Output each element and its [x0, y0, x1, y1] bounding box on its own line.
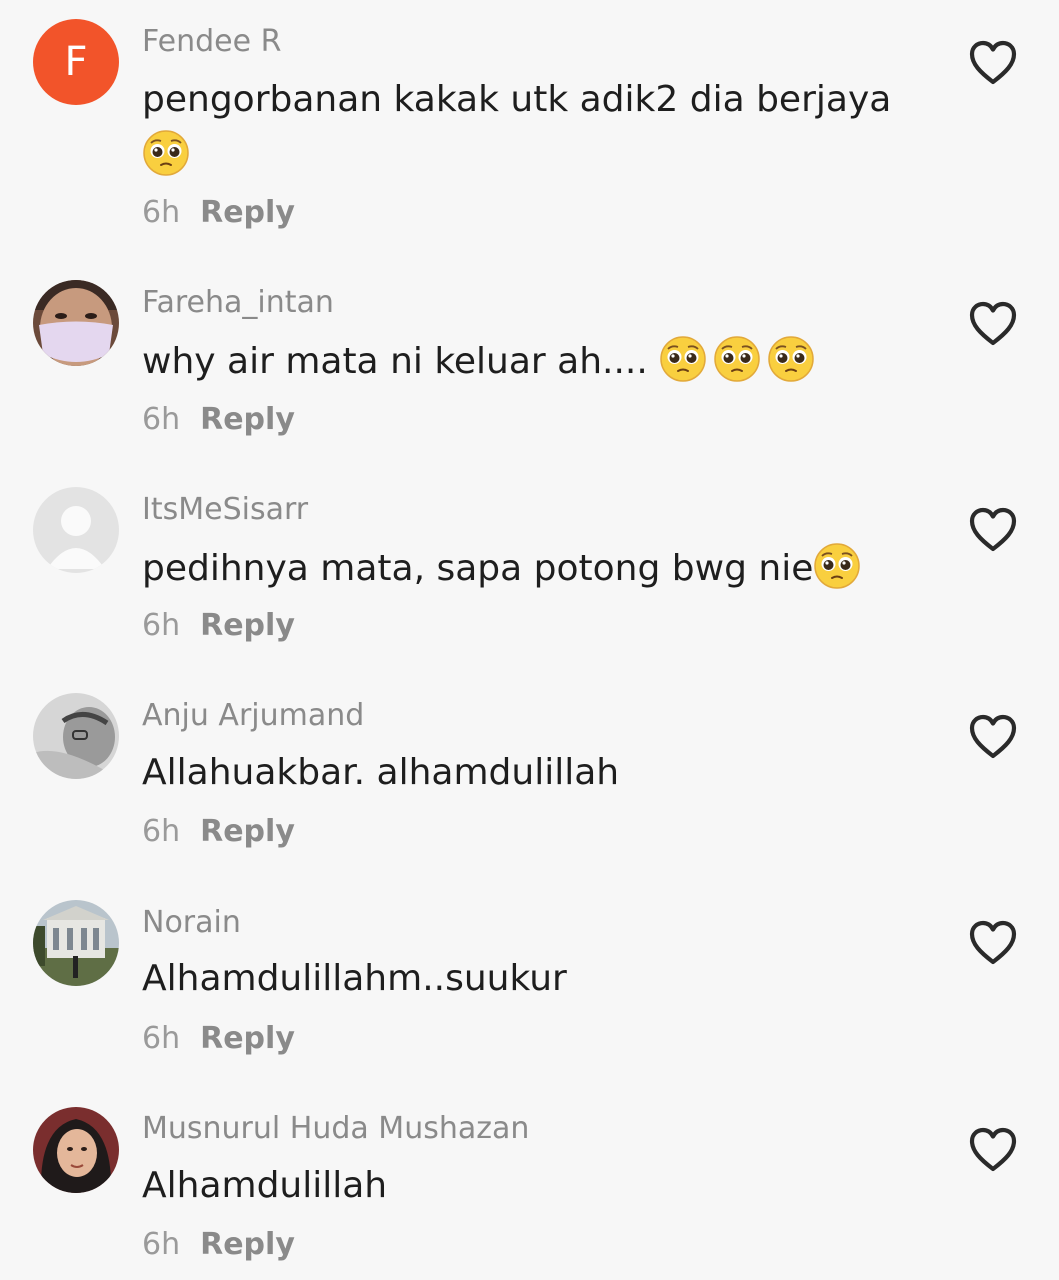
comment-time: 6h: [142, 195, 181, 230]
pleading-face-emoji-icon: [142, 129, 190, 177]
comment-text-body: Alhamdulillah: [142, 1165, 388, 1206]
like-heart-icon[interactable]: [968, 1127, 1018, 1173]
pleading-face-emoji-icon: [813, 542, 861, 590]
avatar[interactable]: [33, 693, 119, 779]
reply-button[interactable]: Reply: [200, 1021, 295, 1056]
comment-text: Alhamdulillah: [142, 1158, 387, 1214]
avatar[interactable]: [33, 280, 119, 366]
comment-meta: 6h Reply: [142, 814, 295, 849]
comment-text: pengorbanan kakak utk adik2 dia berjaya: [142, 72, 891, 128]
comment-time: 6h: [142, 608, 181, 643]
comment-time: 6h: [142, 814, 181, 849]
comment-text: pedihnya mata, sapa potong bwg nie: [142, 541, 861, 597]
reply-button[interactable]: Reply: [200, 195, 295, 230]
comment-text: why air mata ni keluar ah....: [142, 334, 815, 390]
like-heart-icon[interactable]: [968, 40, 1018, 86]
comment-emoji-line: [142, 128, 190, 184]
comment-text-body: Allahuakbar. alhamdulillah: [142, 752, 620, 793]
pleading-face-emoji-icon: [713, 335, 761, 383]
avatar-letter: F: [64, 39, 88, 85]
comment-meta: 6h Reply: [142, 195, 295, 230]
reply-button[interactable]: Reply: [200, 814, 295, 849]
comment-time: 6h: [142, 402, 181, 437]
comment-meta: 6h Reply: [142, 1021, 295, 1056]
comment-text: Alhamdulillahm..suukur: [142, 951, 567, 1007]
reply-button[interactable]: Reply: [200, 608, 295, 643]
comment-text-body: pedihnya mata, sapa potong bwg nie: [142, 548, 814, 589]
comment-text-body: pengorbanan kakak utk adik2 dia berjaya: [142, 79, 892, 120]
comment-time: 6h: [142, 1021, 181, 1056]
comment-username[interactable]: ItsMeSisarr: [142, 492, 308, 527]
comment-text-body: why air mata ni keluar ah....: [142, 341, 660, 382]
like-heart-icon[interactable]: [968, 507, 1018, 553]
comment-username[interactable]: Musnurul Huda Mushazan: [142, 1111, 529, 1146]
comment-list: F Fendee R pengorbanan kakak utk adik2 d…: [0, 0, 1059, 1280]
like-heart-icon[interactable]: [968, 714, 1018, 760]
avatar[interactable]: [33, 900, 119, 986]
comment-meta: 6h Reply: [142, 402, 295, 437]
reply-button[interactable]: Reply: [200, 1227, 295, 1262]
avatar[interactable]: F: [33, 19, 119, 105]
reply-button[interactable]: Reply: [200, 402, 295, 437]
comment-username[interactable]: Norain: [142, 905, 241, 940]
pleading-face-emoji-icon: [659, 335, 707, 383]
comment-username[interactable]: Fareha_intan: [142, 285, 334, 320]
comment-meta: 6h Reply: [142, 1227, 295, 1262]
like-heart-icon[interactable]: [968, 301, 1018, 347]
avatar[interactable]: [33, 487, 119, 573]
comment-username[interactable]: Anju Arjumand: [142, 698, 364, 733]
comment-time: 6h: [142, 1227, 181, 1262]
like-heart-icon[interactable]: [968, 920, 1018, 966]
comment-meta: 6h Reply: [142, 608, 295, 643]
avatar[interactable]: [33, 1107, 119, 1193]
comment-text-body: Alhamdulillahm..suukur: [142, 958, 567, 999]
pleading-face-emoji-icon: [767, 335, 815, 383]
comment-username[interactable]: Fendee R: [142, 24, 281, 59]
comment-text: Allahuakbar. alhamdulillah: [142, 745, 619, 801]
